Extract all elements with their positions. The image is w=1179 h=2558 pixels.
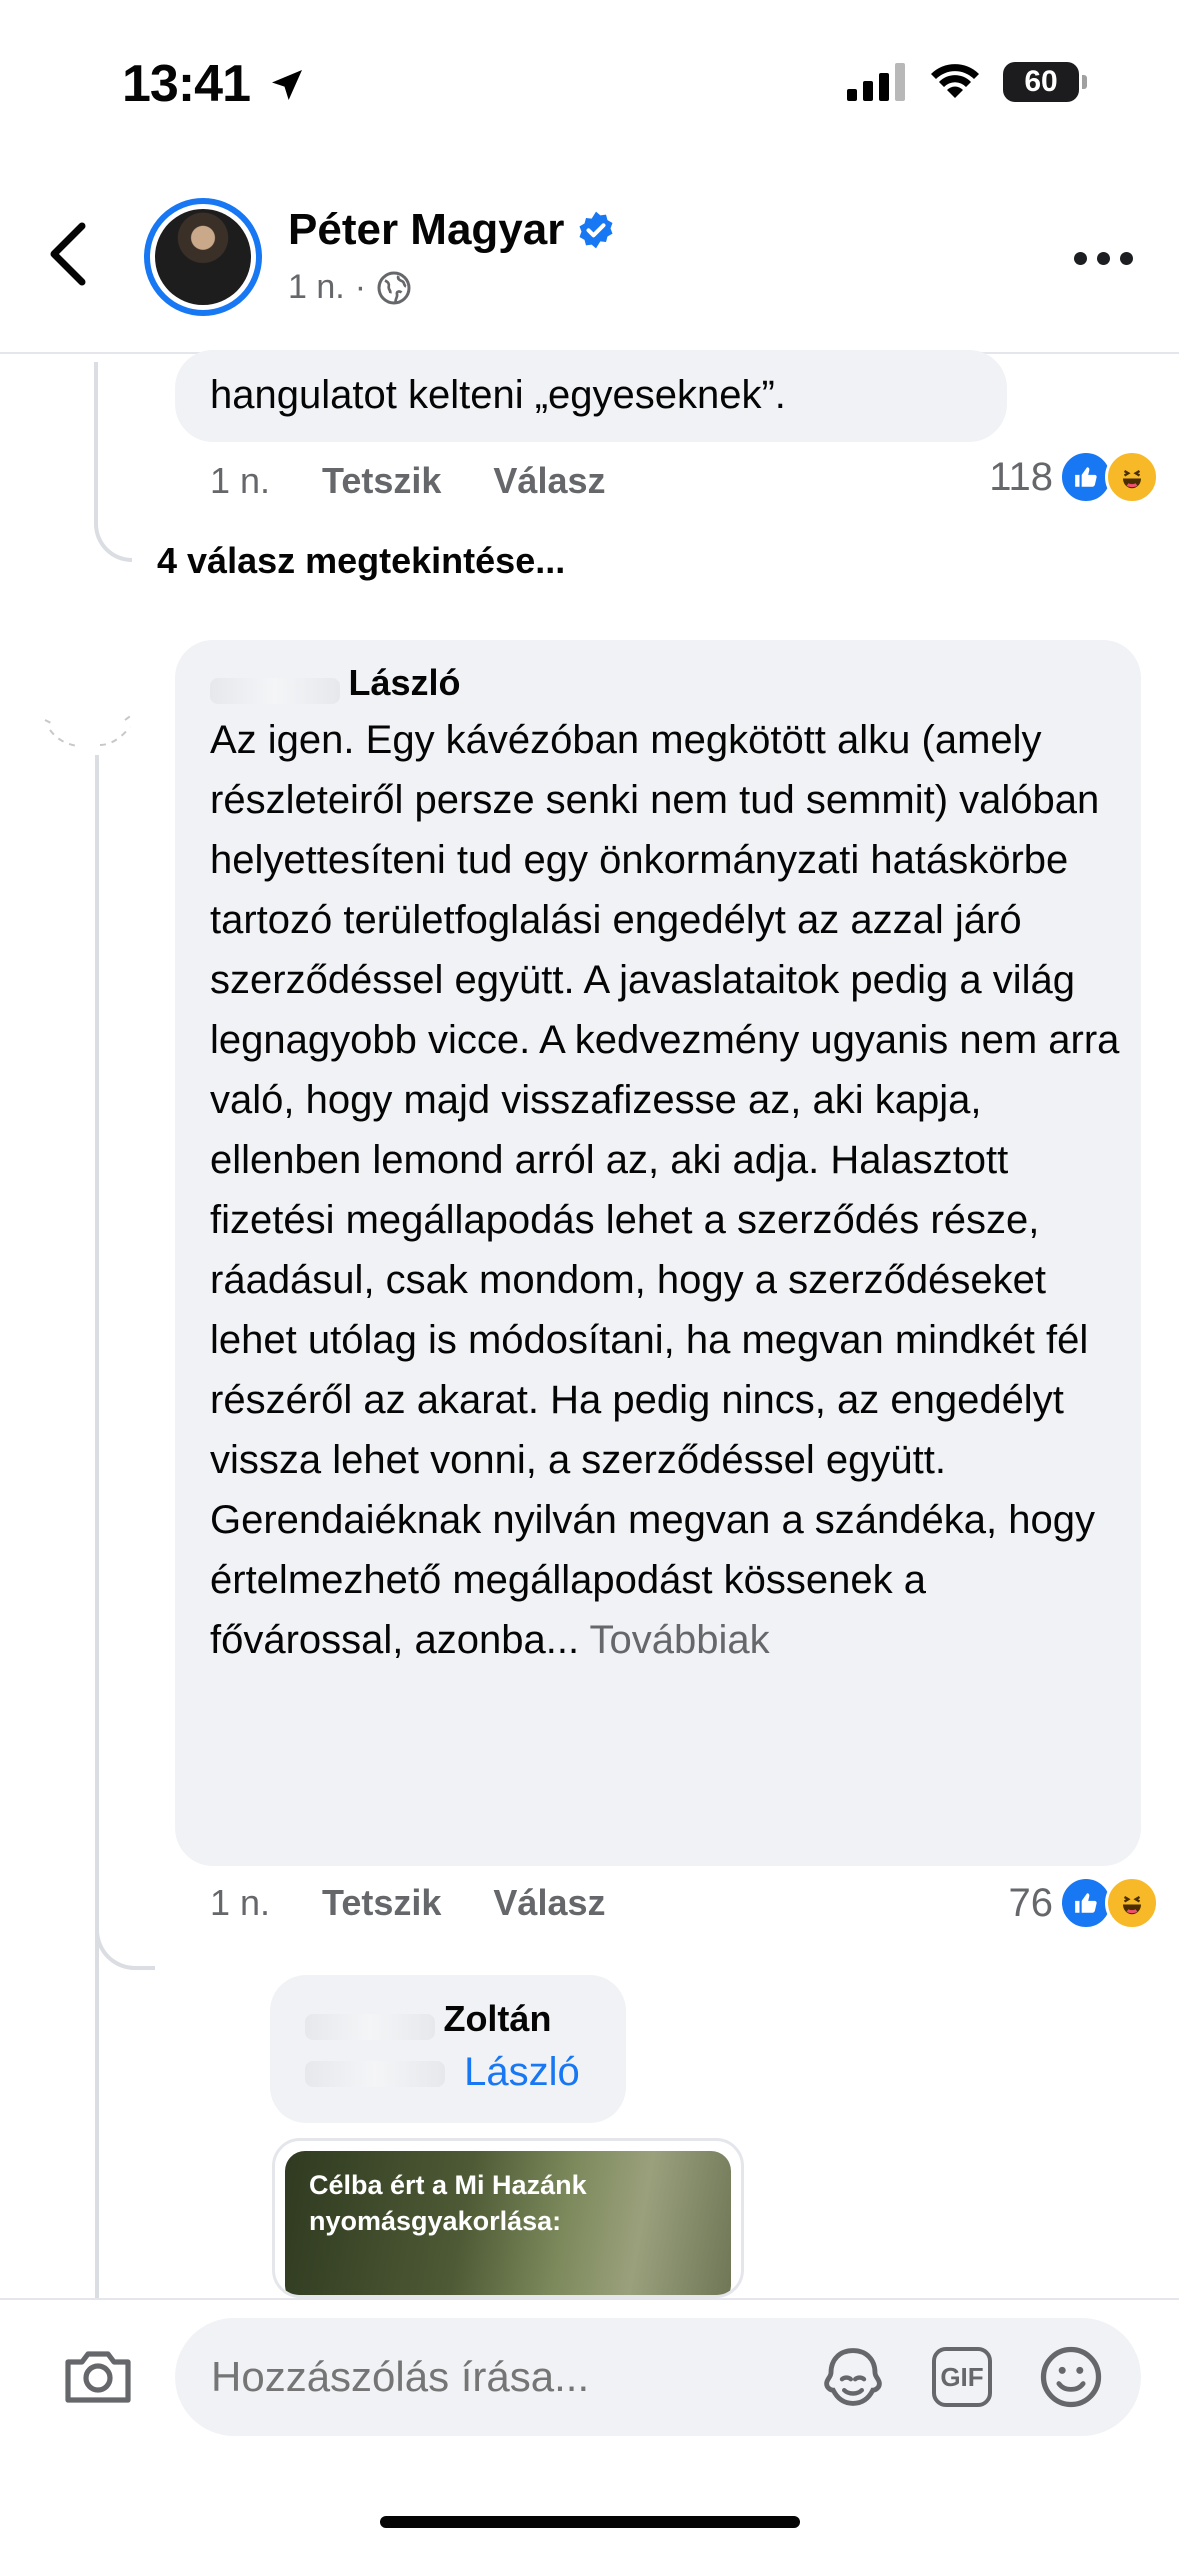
globe-icon [377,271,411,304]
location-arrow-icon [272,70,303,100]
reply-mention[interactable]: László [305,2050,580,2095]
haha-reaction-icon [1105,1876,1159,1930]
comment-actions: 1 n. Tetszik Válasz [210,1882,606,1924]
thread-line [95,755,99,1970]
dot-icon [1120,252,1133,265]
mention-text: László [464,2050,580,2094]
page-name[interactable]: Péter Magyar [288,205,616,255]
reply-link[interactable]: Válasz [493,1882,605,1924]
like-link[interactable]: Tetszik [322,1882,441,1924]
reaction-count: 118 [989,454,1053,499]
thread-line [95,1970,99,2300]
comment-author-name: László [348,662,461,703]
reaction-icons [1059,1876,1159,1930]
page-avatar[interactable] [144,198,262,316]
battery-level: 60 [1024,65,1058,98]
comment-time: 1 n. [210,1882,271,1923]
redacted-name [305,2061,445,2088]
haha-reaction-icon [1105,450,1159,504]
gif-button[interactable]: GIF [932,2347,992,2407]
reply-link[interactable]: Válasz [493,460,605,502]
camera-icon [65,2351,131,2403]
post-time: 1 n. [288,268,345,306]
home-indicator[interactable] [380,2516,800,2528]
camera-button[interactable] [62,2346,134,2411]
dot-icon [1074,252,1087,265]
thread-line [94,362,132,562]
comment-actions: 1 n. Tetszik Válasz [210,460,606,502]
post-meta: 1 n. · [288,268,412,307]
reaction-summary[interactable]: 76 [1008,1876,1159,1930]
redacted-name [305,2013,435,2040]
status-icons: 60 [847,62,1087,102]
wifi-icon [931,64,979,98]
reaction-summary[interactable]: 118 [989,450,1159,504]
back-button[interactable] [46,222,90,291]
cellular-signal-icon [847,63,905,101]
avatar-sticker-icon[interactable] [820,2344,886,2410]
commenter-avatar[interactable] [40,690,150,770]
page-name-text: Péter Magyar [288,205,565,254]
thread-line [95,1880,155,1970]
reply-author-name: Zoltán [443,1998,552,2039]
reaction-icons [1059,450,1159,504]
image-caption: Célba ért a Mi Hazánk nyomásgyakorlása: [309,2170,587,2236]
composer-icons: GIF [820,2344,1104,2410]
gif-label: GIF [940,2361,984,2392]
reply-author[interactable]: Zoltán [305,1998,551,2040]
reply-image[interactable]: Célba ért a Mi Hazánk nyomásgyakorlása: [272,2138,744,2298]
status-time-text: 13:41 [122,55,251,113]
dot-icon [1097,252,1110,265]
chevron-left-icon [50,222,86,286]
emoji-icon[interactable] [1038,2344,1104,2410]
comment-text: hangulatot kelteni „egyeseknek”. [210,373,786,417]
redacted-name [210,677,340,704]
battery-indicator: 60 [1003,62,1087,102]
status-time: 13:41 [122,54,307,114]
comment-text-block: Az igen. Egy kávézóban megkötött alku (a… [210,710,1125,1670]
verified-badge-icon [579,211,613,249]
more-options-button[interactable] [1074,252,1133,265]
reaction-count: 76 [1008,1880,1054,1925]
meta-separator: · [354,268,367,306]
view-replies-link[interactable]: 4 válasz megtekintése... [157,540,565,582]
comment-text: Az igen. Egy kávézóban megkötött alku (a… [210,718,1120,1662]
avatar-image [155,209,251,305]
see-more-link[interactable]: Továbbiak [590,1618,770,1662]
comment-author[interactable]: László [210,662,460,704]
comment-time: 1 n. [210,460,271,501]
like-link[interactable]: Tetszik [322,460,441,502]
